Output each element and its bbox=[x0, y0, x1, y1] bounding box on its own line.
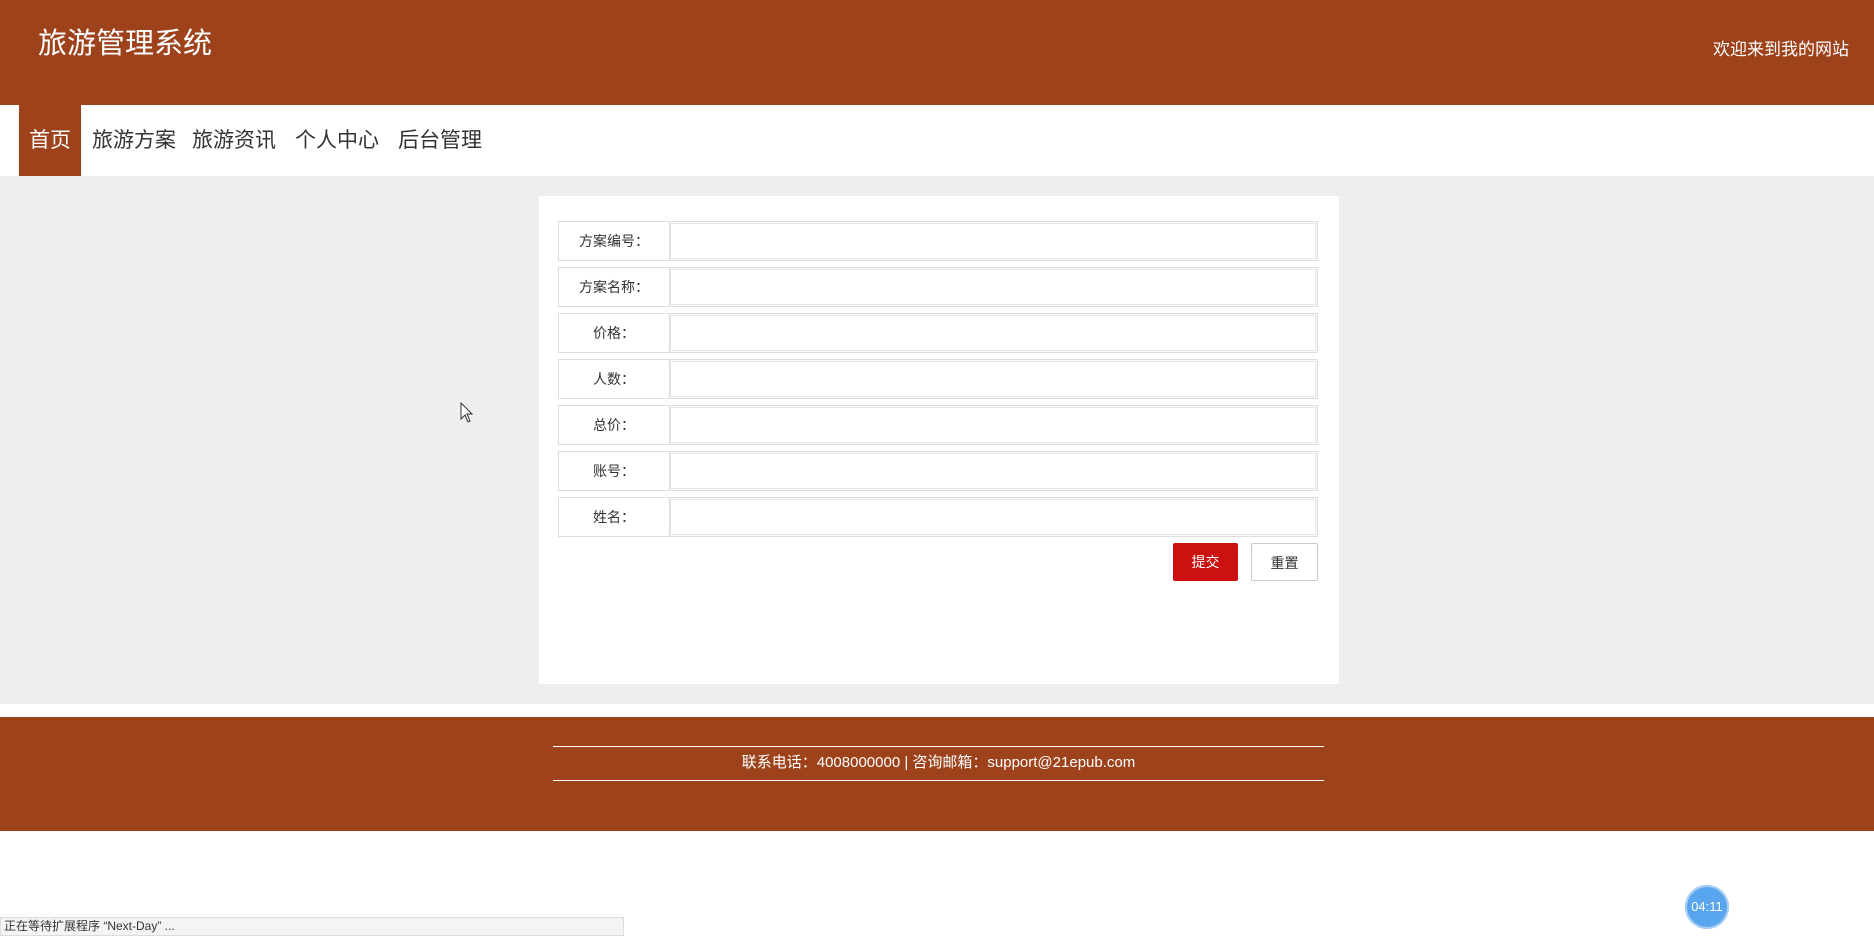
form-row-people-count: 人数： bbox=[558, 359, 1318, 399]
name-input[interactable] bbox=[670, 499, 1316, 535]
submit-button[interactable]: 提交 bbox=[1173, 543, 1238, 581]
form-row-total-price: 总价： bbox=[558, 405, 1318, 445]
form-row-plan-name: 方案名称： bbox=[558, 267, 1318, 307]
floating-timer-badge[interactable]: 04:11 bbox=[1685, 885, 1729, 929]
footer-contact-text: 联系电话：4008000000 | 咨询邮箱：support@21epub.co… bbox=[741, 754, 1136, 771]
account-input[interactable] bbox=[670, 453, 1316, 489]
form-row-price: 价格： bbox=[558, 313, 1318, 353]
nav-item-travel-plans[interactable]: 旅游方案 bbox=[91, 105, 177, 176]
form-row-name: 姓名： bbox=[558, 497, 1318, 537]
total-price-input[interactable] bbox=[670, 407, 1316, 443]
people-count-input[interactable] bbox=[670, 361, 1316, 397]
nav-item-admin[interactable]: 后台管理 bbox=[397, 105, 483, 176]
plan-form: 方案编号： 方案名称： 价格： 人数： 总价： 账号： 姓名： 提交 重置 bbox=[539, 196, 1339, 684]
people-count-label: 人数： bbox=[559, 360, 670, 398]
nav-item-personal-center[interactable]: 个人中心 bbox=[294, 105, 380, 176]
name-label: 姓名： bbox=[559, 498, 670, 536]
main-content: 方案编号： 方案名称： 价格： 人数： 总价： 账号： 姓名： 提交 重置 bbox=[0, 176, 1874, 704]
plan-id-label: 方案编号： bbox=[559, 222, 670, 260]
plan-id-input[interactable] bbox=[670, 223, 1316, 259]
footer-divider-bottom bbox=[553, 780, 1324, 781]
form-row-plan-id: 方案编号： bbox=[558, 221, 1318, 261]
site-footer: 联系电话：4008000000 | 咨询邮箱：support@21epub.co… bbox=[0, 717, 1874, 831]
welcome-text: 欢迎来到我的网站 bbox=[1713, 40, 1849, 59]
mouse-pointer-icon bbox=[460, 402, 474, 423]
plan-name-label: 方案名称： bbox=[559, 268, 670, 306]
price-input[interactable] bbox=[670, 315, 1316, 351]
main-nav: 首页 旅游方案 旅游资讯 个人中心 后台管理 bbox=[0, 105, 1874, 176]
price-label: 价格： bbox=[559, 314, 670, 352]
total-price-label: 总价： bbox=[559, 406, 670, 444]
plan-name-input[interactable] bbox=[670, 269, 1316, 305]
nav-item-home[interactable]: 首页 bbox=[19, 105, 81, 176]
nav-item-travel-news[interactable]: 旅游资讯 bbox=[191, 105, 277, 176]
account-label: 账号： bbox=[559, 452, 670, 490]
site-title: 旅游管理系统 bbox=[38, 28, 213, 60]
site-header: 旅游管理系统 欢迎来到我的网站 bbox=[0, 0, 1874, 105]
reset-button[interactable]: 重置 bbox=[1251, 543, 1318, 581]
form-row-account: 账号： bbox=[558, 451, 1318, 491]
browser-status-bar: 正在等待扩展程序 “Next-Day” ... bbox=[0, 917, 624, 936]
